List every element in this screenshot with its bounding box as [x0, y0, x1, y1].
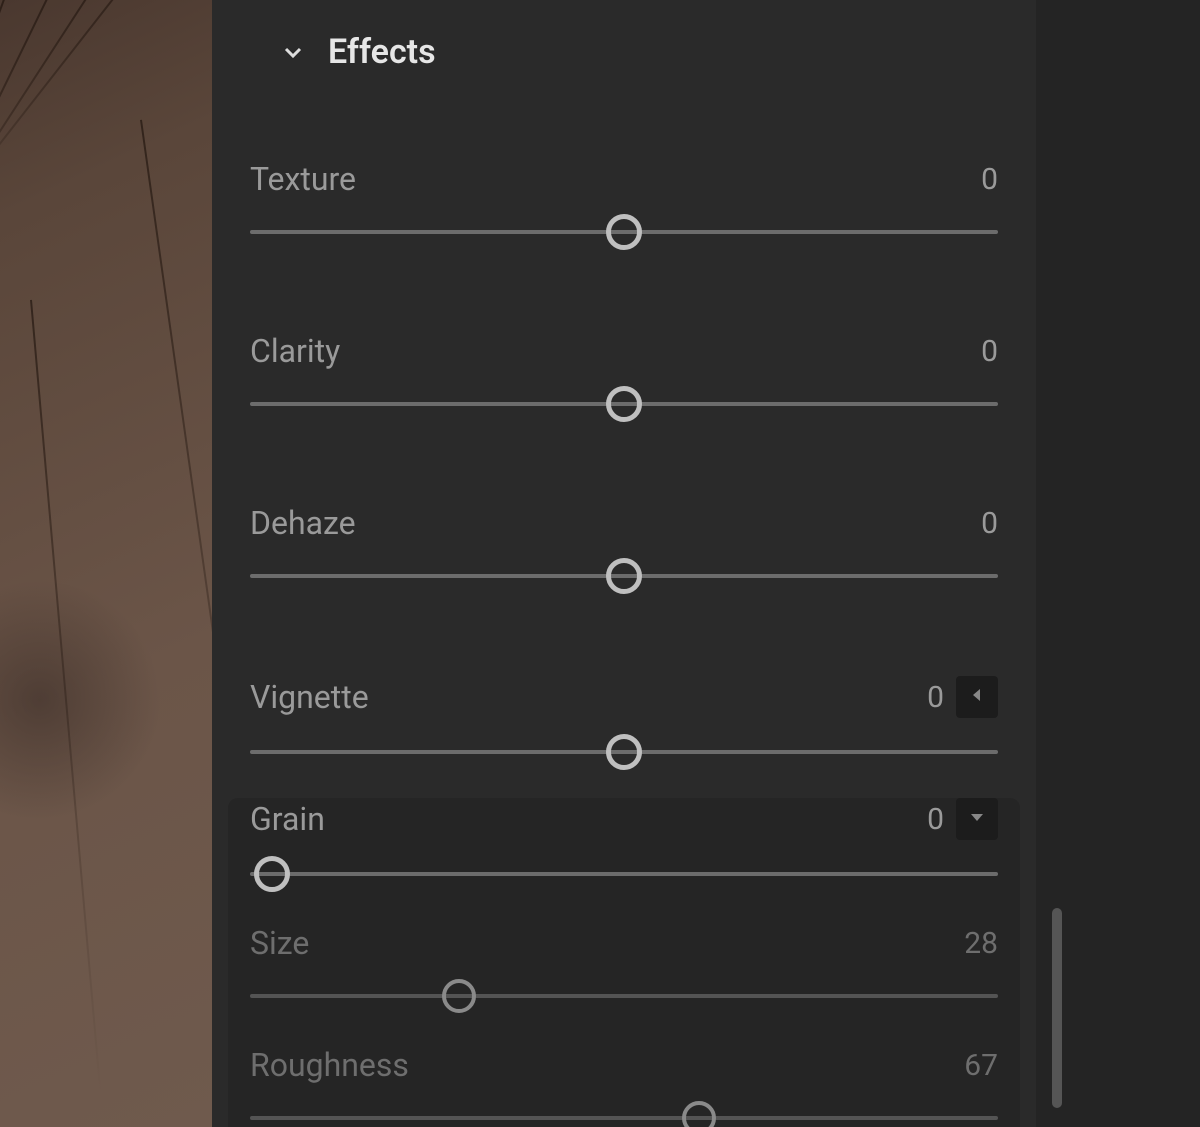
- roughness-label: Roughness: [250, 1046, 409, 1084]
- size-slider[interactable]: [250, 976, 998, 1016]
- texture-label: Texture: [250, 160, 356, 198]
- panel-scrollbar[interactable]: [1052, 908, 1062, 1108]
- grain-slider-thumb[interactable]: [254, 856, 290, 892]
- clarity-slider[interactable]: [250, 384, 998, 424]
- grain-label: Grain: [250, 800, 325, 838]
- effects-section-title: Effects: [328, 32, 436, 72]
- vignette-slider-thumb[interactable]: [606, 734, 642, 770]
- triangle-left-icon: [969, 687, 985, 707]
- dehaze-slider-thumb[interactable]: [606, 558, 642, 594]
- vignette-options-button[interactable]: [956, 676, 998, 718]
- dehaze-label: Dehaze: [250, 504, 356, 542]
- roughness-slider-thumb[interactable]: [682, 1101, 716, 1127]
- vignette-value[interactable]: 0: [894, 680, 944, 715]
- texture-slider[interactable]: [250, 212, 998, 252]
- clarity-value[interactable]: 0: [948, 334, 998, 369]
- size-slider-thumb[interactable]: [442, 979, 476, 1013]
- photo-preview: [0, 0, 212, 1127]
- vignette-slider[interactable]: [250, 732, 998, 772]
- effects-section-header[interactable]: Effects: [250, 0, 998, 80]
- dehaze-value[interactable]: 0: [948, 506, 998, 541]
- size-label: Size: [250, 924, 309, 962]
- triangle-down-icon: [969, 809, 985, 829]
- roughness-slider[interactable]: [250, 1098, 998, 1127]
- grain-value[interactable]: 0: [894, 802, 944, 837]
- roughness-value[interactable]: 67: [948, 1048, 998, 1083]
- effects-panel: Effects Texture 0 Clarity 0 Dehaze 0: [212, 0, 1036, 1127]
- size-value[interactable]: 28: [948, 926, 998, 961]
- dehaze-slider[interactable]: [250, 556, 998, 596]
- clarity-slider-thumb[interactable]: [606, 386, 642, 422]
- texture-value[interactable]: 0: [948, 162, 998, 197]
- vignette-label: Vignette: [250, 678, 369, 716]
- grain-slider[interactable]: [250, 854, 998, 894]
- chevron-down-icon: [280, 39, 306, 65]
- grain-group: Grain 0 Size 28: [228, 798, 1020, 1127]
- texture-slider-thumb[interactable]: [606, 214, 642, 250]
- clarity-label: Clarity: [250, 332, 340, 370]
- right-gutter: [1036, 0, 1200, 1127]
- grain-options-button[interactable]: [956, 798, 998, 840]
